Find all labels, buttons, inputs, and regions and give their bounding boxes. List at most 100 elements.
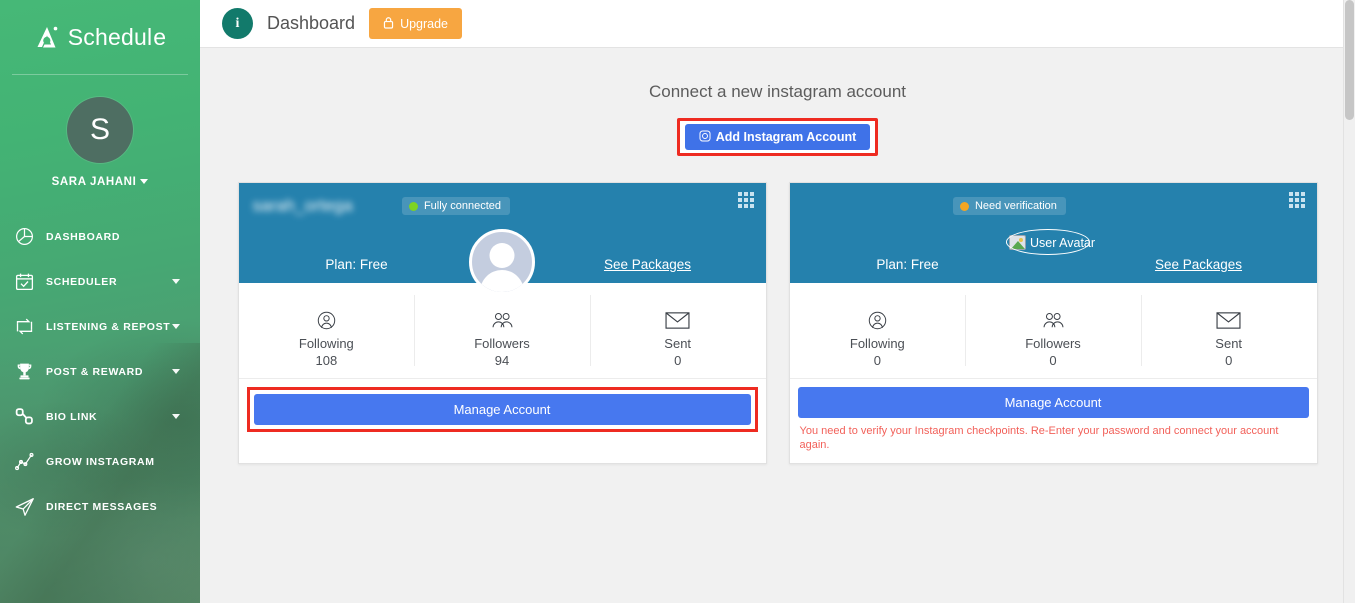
account-stats: Following 108 Followers 94 Sent 0 <box>238 283 766 379</box>
avatar-initial: S <box>89 113 110 146</box>
sidebar-item-scheduler[interactable]: SCHEDULER <box>0 259 200 304</box>
manage-account-button[interactable]: Manage Account <box>253 394 751 425</box>
sidebar-item-label: DIRECT MESSAGES <box>46 500 158 513</box>
brand-logo[interactable]: Schedul e <box>0 0 200 74</box>
avatar: S <box>67 97 133 163</box>
grid-menu-icon[interactable] <box>1288 192 1305 208</box>
sidebar-item-label: SCHEDULER <box>46 275 118 288</box>
manage-account-highlight-box: Manage Account <box>246 387 758 432</box>
status-badge: Fully connected <box>401 197 510 215</box>
grid-menu-icon[interactable] <box>737 192 754 208</box>
sidebar-item-label: LISTENING & REPOST <box>46 320 171 333</box>
stat-value: 0 <box>1049 352 1057 368</box>
add-button-shadow <box>687 153 868 160</box>
account-card: sarah_ortega Fully connected Plan: Free <box>237 182 767 464</box>
avatar-body-shape <box>480 270 524 292</box>
status-badge: Need verification <box>952 197 1066 215</box>
account-avatar-alt-text: User Avatar <box>1029 235 1096 250</box>
profile-name-label: SARA JAHANI <box>51 176 137 188</box>
chevron-down-icon <box>172 414 180 419</box>
add-instagram-account-label: Add Instagram Account <box>715 130 857 144</box>
manage-account-button[interactable]: Manage Account <box>797 387 1309 418</box>
account-username: sarah_ortega <box>252 195 353 215</box>
accounts-list: sarah_ortega Fully connected Plan: Free <box>224 182 1331 464</box>
page-scrollbar[interactable] <box>1343 0 1355 603</box>
connect-heading: Connect a new instagram account <box>648 82 907 101</box>
lock-icon <box>383 16 394 32</box>
content-area: Connect a new instagram account Add Inst… <box>200 48 1355 464</box>
stat-label: Followers <box>1025 335 1081 351</box>
account-card-header: sarah_ortega Fully connected Plan: Free <box>238 183 766 295</box>
pie-chart-icon <box>14 226 46 247</box>
scrollbar-thumb[interactable] <box>1345 0 1354 120</box>
chevron-down-icon <box>172 369 180 374</box>
stat-value: 0 <box>873 352 881 368</box>
sidebar-item-post-reward[interactable]: POST & REWARD <box>0 349 200 394</box>
status-dot-icon <box>408 201 418 211</box>
page-title: Dashboard <box>267 13 356 33</box>
info-circle-icon[interactable]: i <box>222 8 253 39</box>
app-root: Schedul e S SARA JAHANI DASHBOARD SCHEDU… <box>0 0 1355 603</box>
info-letter: i <box>235 15 240 31</box>
stat-label: Followers <box>474 335 530 351</box>
account-card-footer: Manage Account <box>239 379 766 440</box>
sidebar-item-label: DASHBOARD <box>46 230 121 243</box>
multiple-users-icon <box>1040 308 1067 334</box>
instagram-icon <box>699 129 711 145</box>
envelope-icon <box>1215 308 1242 334</box>
single-user-icon <box>865 308 890 334</box>
stat-followers: Followers 94 <box>414 283 590 378</box>
stat-sent: Sent 0 <box>589 283 766 378</box>
account-card: Need verification User Avatar Plan: Free… <box>788 182 1318 464</box>
sidebar-item-dashboard[interactable]: DASHBOARD <box>0 214 200 259</box>
stat-followers: Followers 0 <box>965 283 1141 378</box>
account-card-footer: Manage Account You need to verify your I… <box>790 379 1317 463</box>
trophy-icon <box>14 361 46 382</box>
sidebar-item-label: BIO LINK <box>46 410 98 423</box>
stat-label: Sent <box>664 335 692 351</box>
stat-label: Following <box>298 335 354 351</box>
chevron-down-icon <box>172 279 180 284</box>
stat-value: 0 <box>674 352 682 368</box>
sidebar-item-grow-instagram[interactable]: GROW INSTAGRAM <box>0 439 200 484</box>
stat-label: Sent <box>1215 335 1243 351</box>
stat-value: 0 <box>1225 352 1233 368</box>
account-avatar <box>469 229 535 295</box>
sidebar-item-bio-link[interactable]: BIO LINK <box>0 394 200 439</box>
account-plan-row: Plan: Free See Packages <box>790 257 1317 272</box>
paper-plane-icon <box>14 496 46 518</box>
sidebar-item-listening-repost[interactable]: LISTENING & REPOST <box>0 304 200 349</box>
chevron-down-icon <box>140 179 149 185</box>
growth-graph-icon <box>14 451 46 472</box>
add-instagram-account-button[interactable]: Add Instagram Account <box>684 124 871 150</box>
see-packages-link[interactable]: See Packages <box>1099 257 1299 272</box>
profile-block[interactable]: S SARA JAHANI <box>0 75 200 204</box>
verification-error-message: You need to verify your Instagram checkp… <box>799 425 1279 452</box>
upgrade-button[interactable]: Upgrade <box>369 8 463 39</box>
stat-following: Following 108 <box>239 283 415 378</box>
multiple-users-icon <box>489 308 516 334</box>
profile-name[interactable]: SARA JAHANI <box>0 176 200 188</box>
topbar: i Dashboard Upgrade <box>200 0 1355 48</box>
brand-name: Schedul e <box>68 24 167 51</box>
single-user-icon <box>314 308 339 334</box>
avatar-head-shape <box>489 243 515 268</box>
account-avatar-broken-image: User Avatar <box>1005 229 1097 255</box>
stat-label: Following <box>849 335 905 351</box>
see-packages-link[interactable]: See Packages <box>548 257 748 272</box>
status-badge-label: Need verification <box>974 200 1057 212</box>
link-chain-icon <box>14 406 46 427</box>
brand-suffix: e <box>153 23 167 50</box>
account-username <box>804 196 949 217</box>
status-badge-label: Fully connected <box>423 200 501 212</box>
account-card-header: Need verification User Avatar Plan: Free… <box>789 183 1317 283</box>
sidebar-item-direct-messages[interactable]: DIRECT MESSAGES <box>0 484 200 529</box>
account-plan: Plan: Free <box>325 257 388 272</box>
account-stats: Following 0 Followers 0 Sent 0 <box>789 283 1317 379</box>
brand-label: Schedul <box>67 23 153 50</box>
broken-image-icon <box>1008 235 1026 250</box>
stat-value: 108 <box>315 352 338 368</box>
repost-loop-icon <box>14 316 46 337</box>
sidebar-item-label: POST & REWARD <box>46 365 144 378</box>
envelope-icon <box>664 308 691 334</box>
